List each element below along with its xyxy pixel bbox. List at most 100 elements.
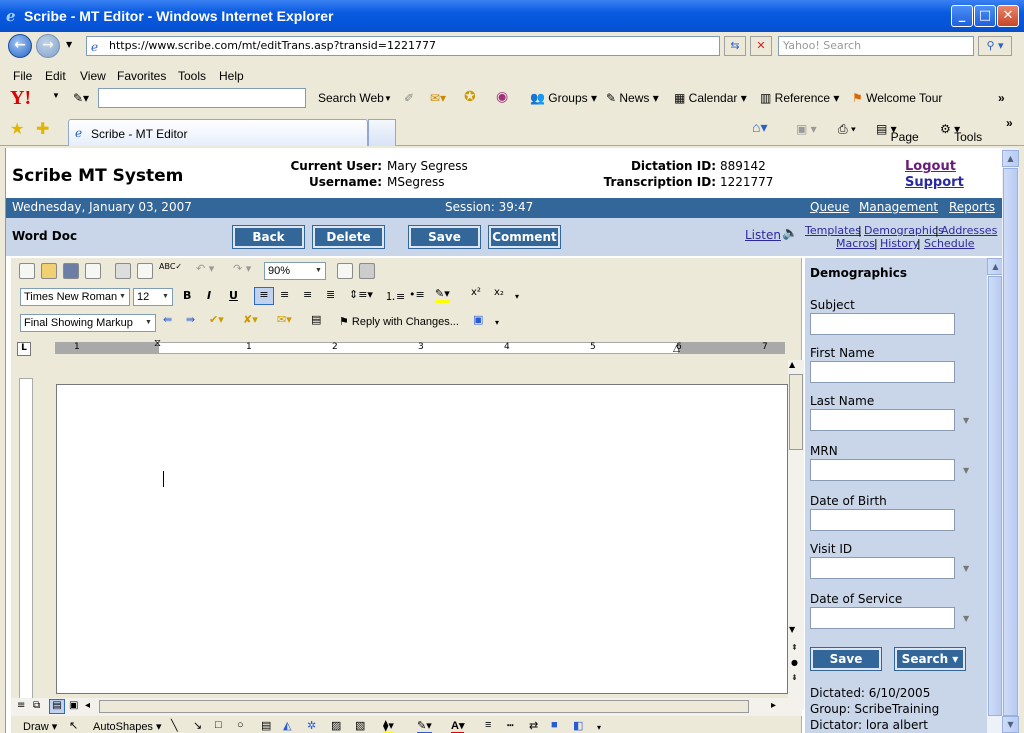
support-link[interactable]: Support — [905, 175, 964, 190]
toolbar-overflow-icon[interactable]: » — [998, 91, 1005, 105]
print-layout-icon[interactable]: ▤ — [49, 699, 65, 714]
schedule-link[interactable]: Schedule — [924, 237, 975, 250]
font-size-select[interactable]: 12 ▼ — [133, 288, 173, 306]
line-style-icon[interactable]: ≡ — [485, 719, 491, 731]
oval-icon[interactable]: ○ — [237, 719, 244, 731]
cmdbar-overflow-icon[interactable]: » — [1006, 116, 1013, 130]
research-icon[interactable] — [359, 263, 375, 279]
zoom-select[interactable]: 90% ▼ — [264, 262, 326, 280]
calendar-button[interactable]: ▦ Calendar ▾ — [674, 91, 747, 105]
yahoo-search-input[interactable]: Yahoo! Search — [778, 36, 974, 56]
forward-nav-icon[interactable]: → — [36, 34, 60, 58]
textbox-icon[interactable]: ▤ — [261, 719, 271, 732]
menu-help[interactable]: Help — [219, 69, 244, 83]
draw-menu[interactable]: Draw ▾ — [23, 720, 57, 733]
superscript-icon[interactable]: x² — [471, 287, 481, 298]
scroll-down-icon[interactable]: ▼ — [789, 625, 795, 634]
reply-with-changes-button[interactable]: ⚑ Reply with Changes... — [339, 315, 459, 328]
demo-scroll-up-icon[interactable]: ▲ — [987, 258, 1002, 275]
new-doc-icon[interactable] — [19, 263, 35, 279]
doc-scroll-thumb[interactable] — [789, 374, 803, 450]
macros-link[interactable]: Macros — [836, 237, 875, 250]
back-button[interactable]: Back — [232, 225, 305, 249]
mrn-input[interactable] — [810, 459, 955, 481]
redo-icon[interactable]: ↷ ▾ — [233, 262, 251, 275]
permission-icon[interactable] — [85, 263, 101, 279]
track-changes-icon[interactable]: ▤ — [311, 313, 321, 326]
autoshapes-menu[interactable]: AutoShapes ▾ — [93, 720, 162, 733]
management-link[interactable]: Management — [859, 200, 938, 214]
date-of-service-input[interactable] — [810, 607, 955, 629]
welcome-tour-button[interactable]: ⚑ Welcome Tour — [852, 91, 942, 105]
line-spacing-icon[interactable]: ⇕≡▾ — [349, 288, 373, 301]
print-icon[interactable]: ⎙ ▾ — [838, 122, 856, 137]
print-preview-icon[interactable] — [137, 263, 153, 279]
yahoo-logo-icon[interactable]: Y! — [10, 87, 31, 110]
bullets-icon[interactable]: •≡ — [409, 288, 425, 301]
save-button[interactable]: Save — [408, 225, 481, 249]
pencil-icon[interactable]: ✎▾ — [73, 91, 89, 105]
numbering-icon[interactable]: ⒈≡ — [385, 288, 405, 304]
mrn-dropdown-icon[interactable]: ▼ — [963, 466, 969, 475]
browse-object-icon[interactable]: ● — [791, 658, 798, 667]
bold-icon[interactable]: B — [183, 289, 191, 302]
justify-icon[interactable]: ≣ — [326, 288, 335, 301]
save-icon[interactable] — [63, 263, 79, 279]
font-select[interactable]: Times New Roman ▼ — [20, 288, 130, 306]
help-icon[interactable] — [337, 263, 353, 279]
addresses-link[interactable]: Addresses — [941, 224, 997, 237]
maximize-button[interactable]: □ — [974, 5, 996, 27]
rectangle-icon[interactable]: □ — [215, 719, 222, 731]
highlight-icon[interactable]: ✎▾ — [435, 287, 450, 303]
back-nav-icon[interactable]: ← — [8, 34, 32, 58]
accept-change-icon[interactable]: ✔▾ — [209, 313, 224, 326]
underline-icon[interactable]: U — [229, 289, 238, 302]
next-change-icon[interactable]: ⇛ — [186, 313, 195, 326]
demographics-search-button[interactable]: Search ▾ — [894, 647, 966, 671]
history-dropdown-icon[interactable]: ▼ — [66, 40, 72, 49]
right-indent-icon[interactable]: △ — [673, 344, 680, 354]
dash-style-icon[interactable]: ┅ — [507, 719, 514, 732]
toolbar-options-icon[interactable]: ▾ — [515, 292, 519, 301]
clipart-icon[interactable]: ▨ — [331, 719, 341, 732]
indent-marker-icon[interactable]: ⧖ — [154, 338, 161, 349]
diagram-icon[interactable]: ✲ — [307, 719, 316, 732]
last-name-input[interactable] — [810, 409, 955, 431]
menu-file[interactable]: File — [13, 69, 32, 83]
line-color-icon[interactable]: ✎▾ — [417, 719, 432, 733]
yahoo-dropdown-icon[interactable]: ▼ — [52, 91, 60, 100]
undo-icon[interactable]: ↶ ▾ — [196, 262, 214, 275]
new-tab-button[interactable] — [368, 119, 396, 146]
templates-link[interactable]: Templates — [805, 224, 861, 237]
stop-icon[interactable]: ✕ — [750, 36, 772, 56]
subject-input[interactable] — [810, 313, 955, 335]
3d-icon[interactable]: ◧ — [573, 719, 583, 732]
arrow-icon[interactable]: ↘ — [193, 719, 202, 732]
visit-id-dropdown-icon[interactable]: ▼ — [963, 564, 969, 573]
queue-link[interactable]: Queue — [810, 200, 849, 214]
browser-vertical-scrollbar[interactable]: ▲ ▼ — [1002, 148, 1019, 733]
groups-button[interactable]: 👥 Groups ▾ — [530, 91, 597, 105]
print-doc-icon[interactable] — [115, 263, 131, 279]
shadow-icon[interactable]: ■ — [551, 719, 558, 731]
scroll-right-icon[interactable]: ▸ — [771, 700, 776, 711]
markup-select[interactable]: Final Showing Markup ▼ — [20, 314, 156, 332]
search-icon[interactable]: ⚲ ▾ — [978, 36, 1012, 56]
tools-menu-button[interactable]: ⚙ Tools ▾ — [940, 122, 982, 144]
logout-link[interactable]: Logout — [905, 159, 956, 174]
browser-scroll-up-icon[interactable]: ▲ — [1002, 150, 1019, 167]
add-favorite-icon[interactable]: ✚ — [36, 119, 49, 138]
arrow-style-icon[interactable]: ⇄ — [529, 719, 538, 732]
search-web-dropdown-icon[interactable]: ▼ — [384, 94, 392, 103]
page-menu-button[interactable]: ▤ Page ▾ — [876, 122, 919, 144]
first-name-input[interactable] — [810, 361, 955, 383]
web-view-icon[interactable]: ⧉ — [33, 700, 40, 711]
draw-options-icon[interactable]: ▾ — [597, 723, 601, 732]
visit-id-input[interactable] — [810, 557, 955, 579]
close-button[interactable]: ✕ — [997, 5, 1019, 27]
menu-tools[interactable]: Tools — [178, 69, 206, 83]
wordart-icon[interactable]: ◭ — [283, 719, 291, 732]
delete-button[interactable]: Delete — [312, 225, 385, 249]
demographics-scrollbar[interactable]: ▲ — [987, 258, 1002, 733]
dob-input[interactable] — [810, 509, 955, 531]
